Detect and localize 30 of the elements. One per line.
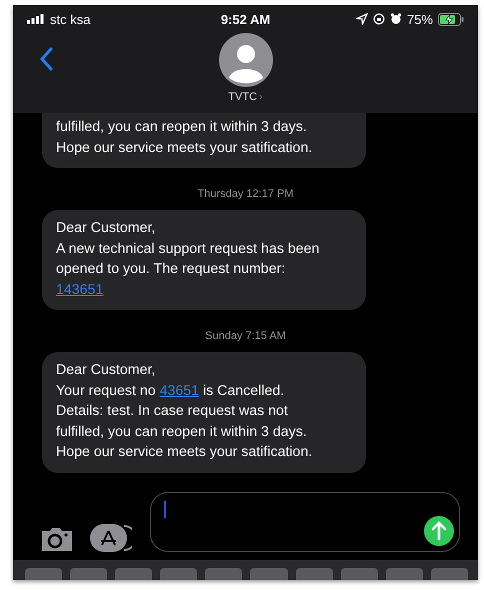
rotation-lock-icon	[372, 13, 385, 25]
keyboard-key[interactable]	[25, 568, 62, 580]
request-number-link[interactable]: 143651	[56, 282, 104, 298]
keyboard-key[interactable]	[70, 568, 108, 580]
keyboard-key[interactable]	[430, 568, 468, 580]
app-store-icon[interactable]	[90, 524, 132, 552]
message-timestamp: Sunday 7:15 AM	[205, 330, 287, 342]
message-timestamp: Thursday 12:17 PM	[198, 188, 294, 200]
carrier-name: stc ksa	[50, 12, 90, 26]
keyboard-key[interactable]	[386, 568, 423, 580]
message-text: Dear Customer, Your request no 43651 is Cancelled. Details: test. In case request was not fulfilled, you can reopen it within 3 days. Hope our service meets your satification.	[56, 361, 314, 462]
signal-icon	[27, 14, 45, 24]
keyboard-key[interactable]	[340, 568, 378, 580]
request-number-link[interactable]: 43651	[160, 382, 200, 398]
send-button[interactable]	[424, 516, 454, 546]
keyboard-key[interactable]	[115, 568, 152, 580]
message-text: Dear Customer, A new technical support request has been opened to you. The request number: 143651	[56, 219, 320, 300]
contact-name[interactable]: TVTC ›	[228, 91, 263, 103]
battery-percent: 75%	[406, 12, 433, 26]
message-text: fulfilled, you can reopen it within 3 days. Hope our service meets your satification.	[56, 118, 314, 158]
keyboard-key[interactable]	[250, 568, 288, 580]
avatar-icon[interactable]	[218, 33, 272, 87]
back-button[interactable]	[39, 47, 53, 71]
status-time: 9:52 AM	[220, 12, 270, 26]
camera-icon[interactable]	[40, 526, 74, 552]
keyboard-key[interactable]	[205, 568, 242, 580]
location-icon	[356, 13, 368, 25]
keyboard-key[interactable]	[296, 568, 333, 580]
message-input-field[interactable]	[150, 492, 460, 552]
keyboard-key[interactable]	[160, 568, 198, 580]
